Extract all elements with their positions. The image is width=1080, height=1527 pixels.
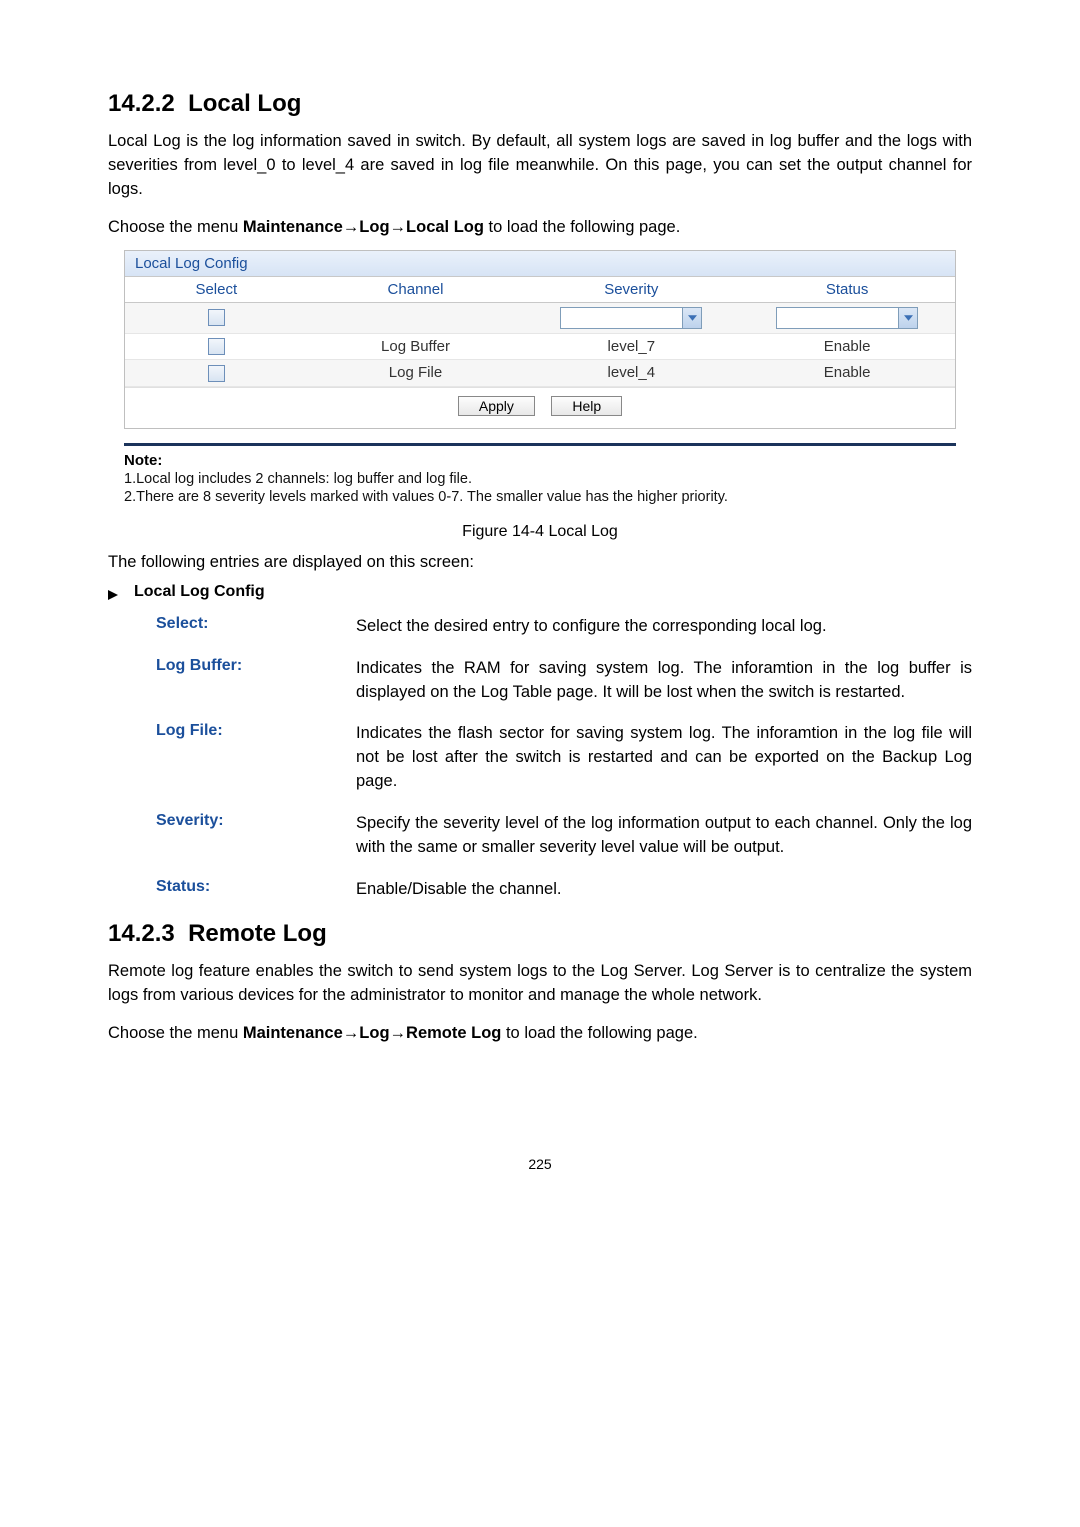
cell-status: Enable — [739, 360, 955, 387]
row-checkbox[interactable] — [208, 365, 225, 382]
section-heading-remote-log: 14.2.3 Remote Log — [108, 920, 972, 948]
def-row-severity: Severity: Specify the severity level of … — [156, 812, 972, 860]
th-select: Select — [125, 277, 308, 303]
section-number: 14.2.2 — [108, 90, 175, 117]
def-desc: Specify the severity level of the log in… — [356, 812, 972, 860]
section-heading-local-log: 14.2.2 Local Log — [108, 90, 972, 118]
note-block: Note: 1.Local log includes 2 channels: l… — [124, 452, 956, 505]
def-term: Severity: — [156, 812, 356, 860]
menu-path-local: Choose the menu Maintenance→Log→Local Lo… — [108, 216, 972, 240]
def-row-status: Status: Enable/Disable the channel. — [156, 878, 972, 902]
th-status: Status — [739, 277, 955, 303]
remote-log-intro: Remote log feature enables the switch to… — [108, 960, 972, 1008]
note-line-1: 1.Local log includes 2 channels: log buf… — [124, 471, 956, 487]
def-term: Status: — [156, 878, 356, 902]
cell-channel: Log Buffer — [308, 333, 524, 360]
divider — [124, 443, 956, 446]
cell-status: Enable — [739, 333, 955, 360]
status-dropdown[interactable] — [776, 307, 918, 329]
def-desc: Select the desired entry to configure th… — [356, 615, 972, 639]
note-line-2: 2.There are 8 severity levels marked wit… — [124, 489, 956, 505]
help-button[interactable]: Help — [551, 396, 622, 416]
figure-caption: Figure 14-4 Local Log — [108, 523, 972, 541]
severity-dropdown[interactable] — [560, 307, 702, 329]
table-row: Log File level_4 Enable — [125, 360, 955, 387]
def-term: Select: — [156, 615, 356, 639]
def-row-logbuffer: Log Buffer: Indicates the RAM for saving… — [156, 657, 972, 705]
cell-channel: Log File — [308, 360, 524, 387]
definition-list: Select: Select the desired entry to conf… — [156, 615, 972, 902]
apply-button[interactable]: Apply — [458, 396, 535, 416]
config-bullet: Local Log Config — [108, 583, 972, 605]
th-severity: Severity — [523, 277, 739, 303]
def-term: Log Buffer: — [156, 657, 356, 705]
chevron-down-icon — [898, 308, 917, 328]
def-row-logfile: Log File: Indicates the flash sector for… — [156, 722, 972, 794]
select-all-checkbox[interactable] — [208, 309, 225, 326]
def-row-select: Select: Select the desired entry to conf… — [156, 615, 972, 639]
cell-severity: level_4 — [523, 360, 739, 387]
panel-title: Local Log Config — [125, 251, 955, 277]
cell-severity: level_7 — [523, 333, 739, 360]
section-title: Remote Log — [188, 920, 327, 947]
local-log-config-panel: Local Log Config Select Channel Severity… — [124, 250, 956, 429]
def-desc: Indicates the flash sector for saving sy… — [356, 722, 972, 794]
entries-intro: The following entries are displayed on t… — [108, 551, 972, 575]
def-desc: Enable/Disable the channel. — [356, 878, 972, 902]
section-title: Local Log — [188, 90, 301, 117]
local-log-intro: Local Log is the log information saved i… — [108, 130, 972, 202]
page-number: 225 — [108, 1156, 972, 1172]
menu-path-remote: Choose the menu Maintenance→Log→Remote L… — [108, 1022, 972, 1046]
row-checkbox[interactable] — [208, 338, 225, 355]
section-number: 14.2.3 — [108, 920, 175, 947]
button-row: Apply Help — [125, 387, 955, 428]
triangle-bullet-icon — [108, 587, 120, 605]
def-desc: Indicates the RAM for saving system log.… — [356, 657, 972, 705]
note-title: Note: — [124, 452, 956, 469]
chevron-down-icon — [682, 308, 701, 328]
config-heading: Local Log Config — [134, 583, 265, 601]
def-term: Log File: — [156, 722, 356, 794]
table-row — [125, 302, 955, 333]
table-row: Log Buffer level_7 Enable — [125, 333, 955, 360]
cell-channel-blank — [308, 302, 524, 333]
th-channel: Channel — [308, 277, 524, 303]
local-log-table: Select Channel Severity Status — [125, 277, 955, 387]
